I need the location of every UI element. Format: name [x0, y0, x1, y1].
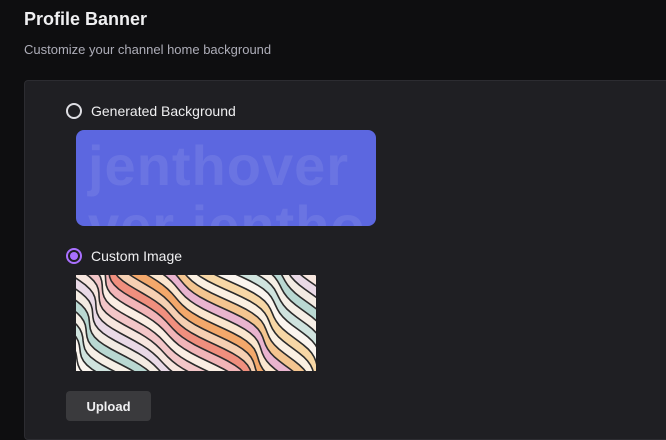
- custom-banner-image: [76, 275, 316, 371]
- preview-watermark-text: jenthover: [88, 134, 350, 197]
- wavy-pattern-image: [76, 275, 316, 371]
- custom-image-radio[interactable]: [66, 248, 82, 264]
- generated-background-option[interactable]: Generated Background: [66, 103, 236, 119]
- generated-background-radio[interactable]: [66, 103, 82, 119]
- generated-background-preview[interactable]: jenthover ver jentho: [76, 130, 376, 226]
- preview-watermark-text: ver jentho: [88, 194, 366, 227]
- custom-image-label: Custom Image: [91, 248, 183, 264]
- page-subtitle: Customize your channel home background: [24, 42, 272, 57]
- custom-image-option[interactable]: Custom Image: [66, 248, 182, 264]
- page-title: Profile Banner: [24, 9, 148, 29]
- upload-button[interactable]: Upload: [66, 391, 151, 421]
- banner-settings-panel: Generated Background jenthover ver jenth…: [24, 80, 666, 440]
- generated-background-label: Generated Background: [91, 103, 236, 119]
